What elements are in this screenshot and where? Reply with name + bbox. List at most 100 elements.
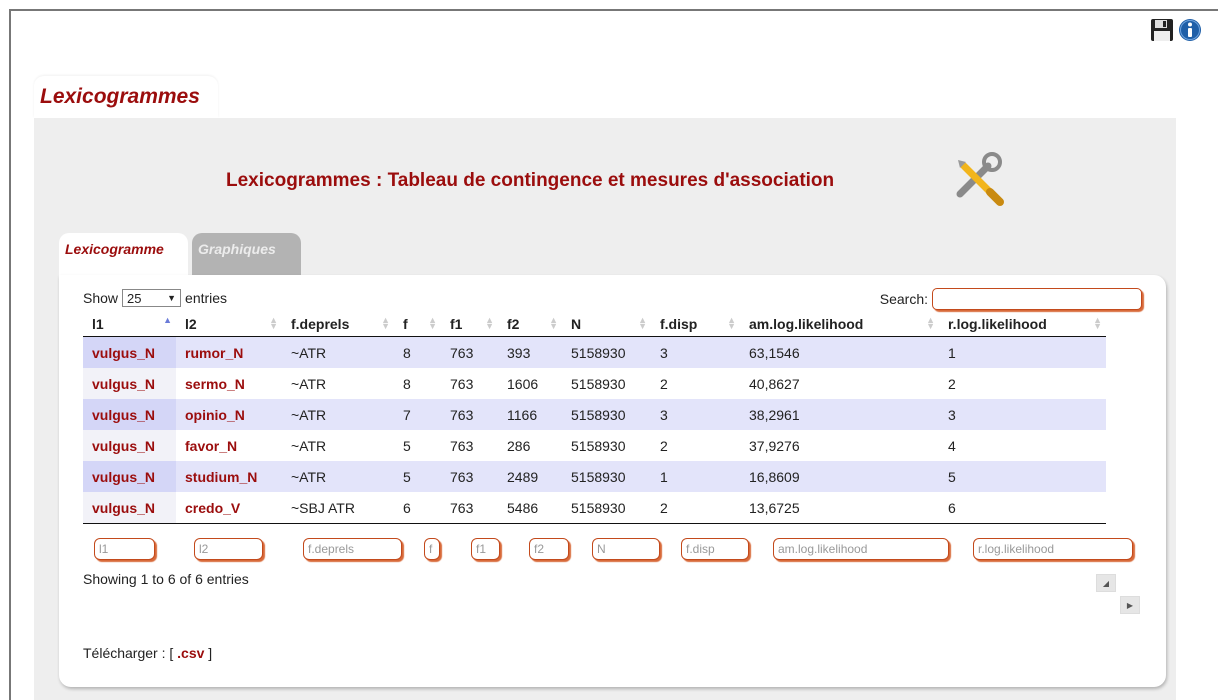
table-cell: 1166: [498, 399, 562, 430]
entries-select-value: 25: [127, 290, 142, 306]
filter-input-l2[interactable]: l2: [194, 538, 263, 560]
save-icon[interactable]: [1150, 18, 1174, 42]
next-page-icon[interactable]: ▶: [1120, 596, 1140, 614]
sort-icon: ▲ ▼: [638, 315, 647, 331]
table-cell: 63,1546: [740, 336, 939, 368]
data-table: l1 ▲ l2 ▲ ▼ f.deprels ▲ ▼ f ▲ ▼ f1 ▲ ▼ f2 ▲ ▼ N ▲ ▼ f…: [83, 311, 1106, 524]
table-body: vulgus_N rumor_N ~ATR 8 763 393 5158930 …: [83, 336, 1106, 524]
entries-label: entries: [185, 290, 228, 306]
outer-tab-label: Lexicogrammes: [40, 85, 200, 108]
table-cell: 13,6725: [740, 492, 939, 524]
table-cell: 37,9276: [740, 430, 939, 461]
table-cell: ~ATR: [282, 368, 394, 399]
download-row: Télécharger : [ .csv ]: [83, 645, 212, 661]
table-cell: ~ATR: [282, 336, 394, 368]
table-cell-link[interactable]: vulgus_N: [83, 368, 176, 399]
table-cell: 5158930: [562, 430, 651, 461]
header-label: am.log.likelihood: [749, 315, 864, 332]
header-label: f.disp: [660, 315, 698, 332]
filter-input-r-log-likelihood[interactable]: r.log.likelihood: [973, 538, 1133, 560]
table-cell: 5158930: [562, 461, 651, 492]
download-bracket-open: [: [169, 645, 174, 661]
table-cell: 2489: [498, 461, 562, 492]
table-cell-link[interactable]: vulgus_N: [83, 430, 176, 461]
filter-input-am-log-likelihood[interactable]: am.log.likelihood: [773, 538, 949, 560]
column-header[interactable]: f.disp ▲ ▼: [651, 311, 740, 337]
column-header[interactable]: l2 ▲ ▼: [176, 311, 282, 337]
table-cell: 2: [651, 492, 740, 524]
table-cell: ~SBJ ATR: [282, 492, 394, 524]
table-cell: 40,8627: [740, 368, 939, 399]
table-cell-link[interactable]: rumor_N: [176, 336, 282, 368]
download-csv-link[interactable]: .csv: [177, 645, 204, 661]
table-cell-link[interactable]: sermo_N: [176, 368, 282, 399]
table-cell-link[interactable]: vulgus_N: [83, 492, 176, 524]
header-label: f.deprels: [291, 315, 350, 332]
table-cell: 763: [441, 336, 498, 368]
search-input[interactable]: [932, 288, 1142, 310]
info-icon[interactable]: [1178, 18, 1202, 42]
table-cell: 286: [498, 430, 562, 461]
table-cell: 16,8609: [740, 461, 939, 492]
table-cell-link[interactable]: studium_N: [176, 461, 282, 492]
table-cell-link[interactable]: favor_N: [176, 430, 282, 461]
column-header[interactable]: l1 ▲: [83, 311, 176, 337]
header-label: l2: [185, 315, 197, 332]
table-cell: 6: [394, 492, 441, 524]
column-header[interactable]: f2 ▲ ▼: [498, 311, 562, 337]
prev-page-icon[interactable]: ◢: [1096, 574, 1116, 592]
search-label: Search:: [879, 291, 928, 307]
page-title: Lexicogrammes : Tableau de contingence e…: [226, 170, 835, 191]
table-cell: 1606: [498, 368, 562, 399]
outer-tab-lexicogrammes[interactable]: Lexicogrammes: [34, 76, 218, 118]
column-header[interactable]: f ▲ ▼: [394, 311, 441, 337]
filter-input-l1[interactable]: l1: [94, 538, 155, 560]
table-cell: 4: [939, 430, 1106, 461]
header-label: l1: [92, 315, 104, 332]
table-cell-link[interactable]: vulgus_N: [83, 336, 176, 368]
length-control: Show 25 ▼ entries: [83, 289, 227, 307]
table-row: vulgus_N credo_V ~SBJ ATR 6 763 5486 515…: [83, 492, 1106, 524]
column-header[interactable]: N ▲ ▼: [562, 311, 651, 337]
table-header-row: l1 ▲ l2 ▲ ▼ f.deprels ▲ ▼ f ▲ ▼ f1 ▲ ▼ f2 ▲ ▼ N ▲ ▼ f…: [83, 311, 1106, 337]
download-bracket-close: ]: [208, 645, 213, 661]
table-cell-link[interactable]: opinio_N: [176, 399, 282, 430]
sort-icon: ▲ ▼: [269, 315, 278, 331]
filter-input-n[interactable]: N: [592, 538, 660, 560]
table-cell-link[interactable]: vulgus_N: [83, 461, 176, 492]
table-row: vulgus_N studium_N ~ATR 5 763 2489 51589…: [83, 461, 1106, 492]
table-row: vulgus_N favor_N ~ATR 5 763 286 5158930 …: [83, 430, 1106, 461]
entries-select[interactable]: 25 ▼: [122, 289, 182, 307]
table-cell: 763: [441, 492, 498, 524]
filter-input-fdisp[interactable]: f.disp: [681, 538, 749, 560]
filter-input-f2[interactable]: f2: [529, 538, 569, 560]
search-control: Search:: [880, 288, 1142, 310]
table-cell: 5: [394, 461, 441, 492]
table-cell: ~ATR: [282, 399, 394, 430]
table-cell: 5486: [498, 492, 562, 524]
table-cell-link[interactable]: credo_V: [176, 492, 282, 524]
sort-icon: ▲ ▼: [549, 315, 558, 331]
table-cell: 5158930: [562, 399, 651, 430]
table-cell: 763: [441, 461, 498, 492]
column-header[interactable]: am.log.likelihood ▲ ▼: [740, 311, 939, 337]
filter-input-f[interactable]: f: [424, 538, 440, 560]
table-cell: 6: [939, 492, 1106, 524]
filter-input-fdeprels[interactable]: f.deprels: [303, 538, 402, 560]
sort-icon: ▲ ▼: [1093, 315, 1102, 331]
table-cell: 393: [498, 336, 562, 368]
column-header[interactable]: f.deprels ▲ ▼: [282, 311, 394, 337]
table-cell: 2: [651, 368, 740, 399]
header-label: f: [403, 315, 408, 332]
column-header[interactable]: r.log.likelihood ▲ ▼: [939, 311, 1106, 337]
table-cell: 2: [651, 430, 740, 461]
filter-input-f1[interactable]: f1: [471, 538, 500, 560]
header-label: f2: [507, 315, 520, 332]
tab-graphiques[interactable]: Graphiques: [192, 233, 301, 275]
table-cell: 5: [394, 430, 441, 461]
download-label: Télécharger :: [83, 645, 166, 661]
table-row: vulgus_N rumor_N ~ATR 8 763 393 5158930 …: [83, 336, 1106, 368]
tab-lexicogramme[interactable]: Lexicogramme: [59, 233, 188, 275]
column-header[interactable]: f1 ▲ ▼: [441, 311, 498, 337]
table-cell-link[interactable]: vulgus_N: [83, 399, 176, 430]
